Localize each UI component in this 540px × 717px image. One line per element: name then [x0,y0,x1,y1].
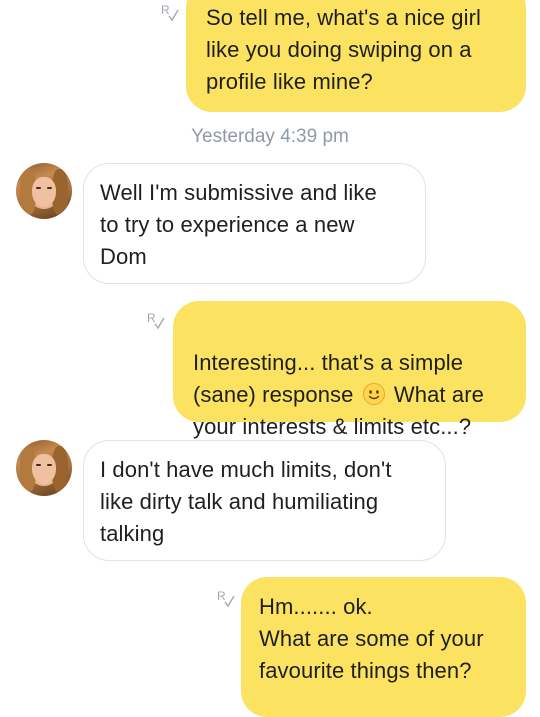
chat-thread: R So tell me, what's a nice girl like yo… [0,0,540,717]
message-timestamp: Yesterday 4:39 pm [191,126,349,147]
svg-text:R: R [147,311,156,325]
sent-message-bubble[interactable]: Interesting... that's a simple (sane) re… [173,301,526,439]
svg-text:R: R [217,589,226,603]
contact-avatar[interactable] [16,163,72,219]
slightly-smiling-face-icon [362,383,385,405]
sent-message-bubble[interactable]: Hm....... ok. What are some of your favo… [241,577,526,717]
contact-avatar[interactable] [16,440,72,496]
received-message-bubble[interactable]: I don't have much limits, don't like dir… [83,440,446,561]
received-message-bubble[interactable]: Well I'm submissive and like to try to e… [83,163,426,284]
svg-text:R: R [161,3,170,17]
sent-message-bubble[interactable]: So tell me, what's a nice girl like you … [186,0,526,112]
read-receipt-icon: R [146,310,168,332]
read-receipt-icon: R [216,588,238,610]
read-receipt-icon: R [160,2,182,24]
